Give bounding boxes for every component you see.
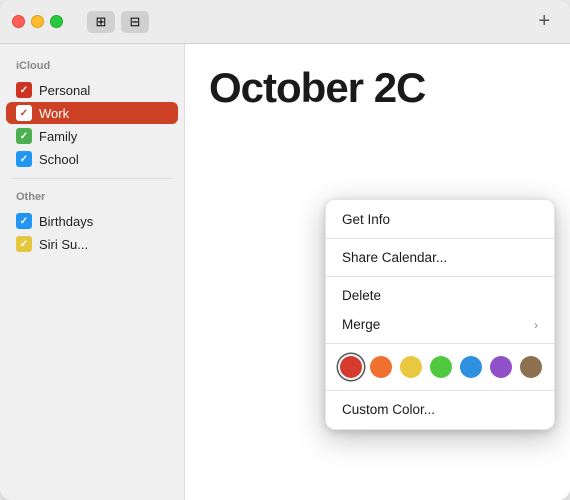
check-icon: ✓ — [20, 216, 28, 227]
traffic-lights — [12, 15, 63, 28]
month-title: October 2C — [209, 64, 546, 112]
check-icon: ✓ — [20, 239, 28, 250]
menu-separator-3 — [326, 343, 554, 344]
color-dot-orange[interactable] — [370, 356, 392, 378]
add-button[interactable]: + — [530, 10, 558, 33]
check-icon: ✓ — [20, 85, 28, 96]
toolbar-icons: ⊞ ⊟ — [87, 11, 149, 33]
custom-color-label: Custom Color... — [342, 402, 435, 417]
get-info-label: Get Info — [342, 212, 390, 227]
grid-view-icon[interactable]: ⊞ — [87, 11, 115, 33]
personal-checkbox[interactable]: ✓ — [16, 82, 32, 98]
custom-color-menu-item[interactable]: Custom Color... — [326, 395, 554, 424]
delete-label: Delete — [342, 288, 381, 303]
menu-separator-2 — [326, 276, 554, 277]
siri-label: Siri Su... — [39, 237, 88, 252]
merge-arrow-icon: › — [534, 318, 538, 332]
color-dot-brown[interactable] — [520, 356, 542, 378]
share-calendar-menu-item[interactable]: Share Calendar... — [326, 243, 554, 272]
sidebar-divider — [12, 178, 172, 179]
merge-label: Merge — [342, 317, 380, 332]
sidebar-item-work[interactable]: ✓ Work — [6, 102, 178, 124]
merge-menu-item[interactable]: Merge › — [326, 310, 554, 339]
other-section-label: Other — [0, 187, 184, 209]
check-icon: ✓ — [20, 108, 28, 119]
maximize-button[interactable] — [50, 15, 63, 28]
context-menu: Get Info Share Calendar... Delete Merge … — [325, 199, 555, 430]
family-label: Family — [39, 129, 77, 144]
birthdays-label: Birthdays — [39, 214, 93, 229]
close-button[interactable] — [12, 15, 25, 28]
menu-separator-4 — [326, 390, 554, 391]
color-dot-yellow[interactable] — [400, 356, 422, 378]
sidebar-item-family[interactable]: ✓ Family — [6, 125, 178, 147]
work-checkbox[interactable]: ✓ — [16, 105, 32, 121]
title-bar: ⊞ ⊟ + — [0, 0, 570, 44]
get-info-menu-item[interactable]: Get Info — [326, 205, 554, 234]
inbox-icon[interactable]: ⊟ — [121, 11, 149, 33]
main-content: October 2C Get Info Share Calendar... De… — [185, 44, 570, 500]
personal-label: Personal — [39, 83, 90, 98]
color-dot-blue[interactable] — [460, 356, 482, 378]
work-label: Work — [39, 106, 69, 121]
sidebar-item-personal[interactable]: ✓ Personal — [6, 79, 178, 101]
school-label: School — [39, 152, 79, 167]
sidebar-item-birthdays[interactable]: ✓ Birthdays — [6, 210, 178, 232]
sidebar-item-siri[interactable]: ✓ Siri Su... — [6, 233, 178, 255]
family-checkbox[interactable]: ✓ — [16, 128, 32, 144]
content-area: iCloud ✓ Personal ✓ Work ✓ Family — [0, 44, 570, 500]
siri-checkbox[interactable]: ✓ — [16, 236, 32, 252]
color-dot-red[interactable] — [340, 356, 362, 378]
school-checkbox[interactable]: ✓ — [16, 151, 32, 167]
sidebar: iCloud ✓ Personal ✓ Work ✓ Family — [0, 44, 185, 500]
birthdays-checkbox[interactable]: ✓ — [16, 213, 32, 229]
color-dot-green[interactable] — [430, 356, 452, 378]
share-calendar-label: Share Calendar... — [342, 250, 447, 265]
check-icon: ✓ — [20, 154, 28, 165]
app-window: ⊞ ⊟ + iCloud ✓ Personal ✓ Work — [0, 0, 570, 500]
color-picker-row — [326, 348, 554, 386]
icloud-section-label: iCloud — [0, 56, 184, 78]
menu-separator-1 — [326, 238, 554, 239]
check-icon: ✓ — [20, 131, 28, 142]
sidebar-item-school[interactable]: ✓ School — [6, 148, 178, 170]
minimize-button[interactable] — [31, 15, 44, 28]
delete-menu-item[interactable]: Delete — [326, 281, 554, 310]
color-dot-purple[interactable] — [490, 356, 512, 378]
